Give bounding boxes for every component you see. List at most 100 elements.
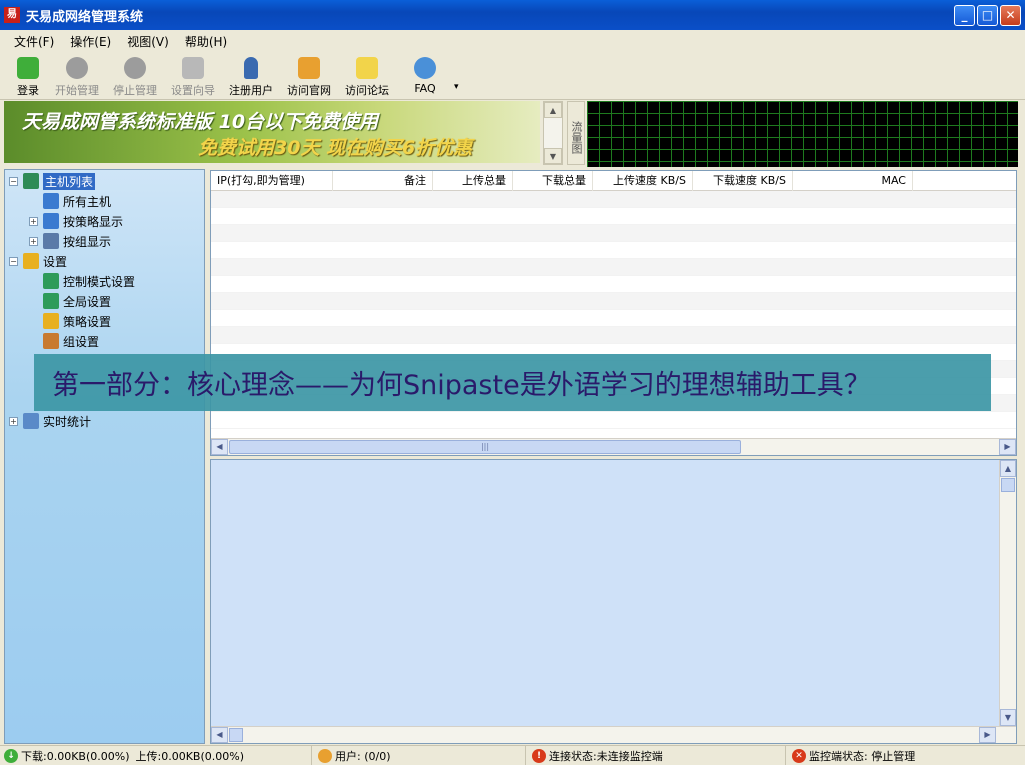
tree-item-policy-settings[interactable]: 策略设置 <box>43 312 111 330</box>
settings-icon <box>23 253 39 269</box>
visit-website-button[interactable]: 访问官网 <box>280 52 338 98</box>
column-download-total[interactable]: 下载总量 <box>513 171 593 191</box>
faq-icon <box>414 57 436 79</box>
scrollbar-thumb[interactable]: ||| <box>229 440 741 454</box>
tree-label: 按组显示 <box>63 234 112 249</box>
menu-operate[interactable]: 操作(E) <box>70 33 111 50</box>
scrollbar-thumb[interactable] <box>229 728 243 742</box>
tree-item-by-policy[interactable]: + 按策略显示 <box>29 212 123 230</box>
minimize-button[interactable]: _ <box>954 5 975 26</box>
tree-label: 按策略显示 <box>63 214 124 229</box>
scroll-down-icon[interactable]: ▼ <box>544 148 562 164</box>
column-upload-total[interactable]: 上传总量 <box>433 171 513 191</box>
overlay-caption-banner: 第一部分：核心理念——为何Snipaste是外语学习的理想辅助工具？ <box>34 354 991 411</box>
scroll-left-icon[interactable]: ◀ <box>211 439 228 455</box>
traffic-graph <box>587 101 1018 167</box>
setup-wizard-button[interactable]: 设置向导 <box>164 52 222 98</box>
table-row <box>211 225 1016 242</box>
table-horizontal-scrollbar[interactable]: ◀ ||| ▶ <box>211 438 1016 455</box>
faq-button[interactable]: FAQ <box>396 52 454 98</box>
user-icon <box>318 748 332 763</box>
title-bar: 易 天易成网络管理系统 _ □ ✕ <box>0 0 1025 30</box>
group-monitor-icon <box>43 233 59 249</box>
login-icon <box>17 57 39 79</box>
tree-item-realtime-stats[interactable]: + 实时统计 <box>9 412 91 430</box>
window-controls: _ □ ✕ <box>954 5 1021 26</box>
tree-item-host-list[interactable]: − 主机列表 <box>9 172 96 190</box>
expand-icon[interactable]: + <box>9 416 18 426</box>
stop-icon <box>124 57 146 79</box>
wizard-icon <box>182 57 204 79</box>
tree-item-control-mode[interactable]: 控制模式设置 <box>43 272 135 290</box>
table-row <box>211 242 1016 259</box>
column-note[interactable]: 备注 <box>333 171 433 191</box>
maximize-button[interactable]: □ <box>977 5 998 26</box>
status-users-cell: 用户: (0/0) <box>314 746 526 765</box>
status-download: 下载:0.00KB(0.00%) <box>21 749 130 763</box>
menu-view[interactable]: 视图(V) <box>127 33 169 50</box>
menu-bar: 文件(F) 操作(E) 视图(V) 帮助(H) <box>0 30 1025 52</box>
scroll-down-icon[interactable]: ▼ <box>1000 709 1016 726</box>
tree-label: 所有主机 <box>63 194 112 209</box>
tree-label: 设置 <box>43 254 68 269</box>
menu-file[interactable]: 文件(F) <box>14 33 54 50</box>
promo-banner[interactable]: 天易成网管系统标准版 10台以下免费使用 免费试用30天 现在购买6折优惠 <box>4 101 540 163</box>
flow-graph-tab[interactable]: 流量图 <box>567 101 585 165</box>
app-icon: 易 <box>4 7 20 23</box>
menu-help[interactable]: 帮助(H) <box>185 33 227 50</box>
scroll-right-icon[interactable]: ▶ <box>999 439 1016 455</box>
status-bar: ↓ 下载:0.00KB(0.00%) 上传:0.00KB(0.00%) 用户: … <box>0 745 1025 765</box>
forum-icon <box>356 57 378 79</box>
expand-icon[interactable]: + <box>29 216 38 226</box>
monitor-icon <box>43 213 59 229</box>
table-row <box>211 276 1016 293</box>
banner-line-2: 免费试用30天 现在购买6折优惠 <box>198 137 473 159</box>
table-row <box>211 191 1016 208</box>
column-download-speed[interactable]: 下载速度 KB/S <box>693 171 793 191</box>
column-mac[interactable]: MAC <box>793 171 913 191</box>
sidebar-tree: − 主机列表 所有主机 + 按策略显示 + 按组显示 − 设置 控制模式设置 全… <box>4 169 205 744</box>
status-monitor: 监控端状态: 停止管理 <box>809 749 916 763</box>
register-icon <box>244 57 258 79</box>
stop-management-button[interactable]: 停止管理 <box>106 52 164 98</box>
collapse-icon[interactable]: − <box>9 176 18 186</box>
visit-forum-button[interactable]: 访问论坛 <box>338 52 396 98</box>
detail-horizontal-scrollbar[interactable]: ◀ ▶ <box>211 726 1016 743</box>
group-icon <box>43 333 59 349</box>
tree-item-all-hosts[interactable]: 所有主机 <box>43 192 111 210</box>
tree-item-group-settings[interactable]: 组设置 <box>43 332 99 350</box>
tree-label: 主机列表 <box>43 172 96 190</box>
status-upload: 上传:0.00KB(0.00%) <box>135 749 245 763</box>
tree-label: 组设置 <box>63 334 100 349</box>
close-button[interactable]: ✕ <box>1000 5 1021 26</box>
toolbar-more-icon[interactable]: ▾ <box>454 82 459 92</box>
banner-scrollbar[interactable]: ▲ ▼ <box>543 101 563 165</box>
status-connection: 连接状态:未连接监控端 <box>549 749 663 763</box>
overlay-caption: 第一部分：核心理念——为何Snipaste是外语学习的理想辅助工具？ <box>52 370 871 401</box>
column-upload-speed[interactable]: 上传速度 KB/S <box>593 171 693 191</box>
register-user-button[interactable]: 注册用户 <box>222 52 280 98</box>
toolbar: 登录 开始管理 停止管理 设置向导 注册用户 访问官网 访问论坛 FAQ ▾ <box>0 52 1025 100</box>
scrollbar-thumb[interactable] <box>1001 478 1015 492</box>
detail-vertical-scrollbar[interactable]: ▲ ▼ <box>999 460 1016 726</box>
scroll-left-icon[interactable]: ◀ <box>211 727 228 743</box>
home-icon <box>298 57 320 79</box>
login-button[interactable]: 登录 <box>8 52 48 98</box>
expand-icon[interactable]: + <box>29 236 38 246</box>
tree-item-global-settings[interactable]: 全局设置 <box>43 292 111 310</box>
scroll-up-icon[interactable]: ▲ <box>544 102 562 118</box>
scroll-up-icon[interactable]: ▲ <box>1000 460 1016 477</box>
status-transfer: ↓ 下载:0.00KB(0.00%) 上传:0.00KB(0.00%) <box>0 746 312 765</box>
status-connection-cell: ! 连接状态:未连接监控端 <box>528 746 786 765</box>
tree-item-settings[interactable]: − 设置 <box>9 252 67 270</box>
start-icon <box>66 57 88 79</box>
table-row <box>211 259 1016 276</box>
table-row <box>211 412 1016 429</box>
tree-item-by-group[interactable]: + 按组显示 <box>29 232 111 250</box>
column-ip[interactable]: IP(打勾,即为管理) <box>211 171 333 191</box>
collapse-icon[interactable]: − <box>9 256 18 266</box>
host-table[interactable]: IP(打勾,即为管理) 备注 上传总量 下载总量 上传速度 KB/S 下载速度 … <box>210 170 1017 456</box>
start-management-button[interactable]: 开始管理 <box>48 52 106 98</box>
scroll-right-icon[interactable]: ▶ <box>979 727 996 743</box>
table-header: IP(打勾,即为管理) 备注 上传总量 下载总量 上传速度 KB/S 下载速度 … <box>211 171 1016 191</box>
